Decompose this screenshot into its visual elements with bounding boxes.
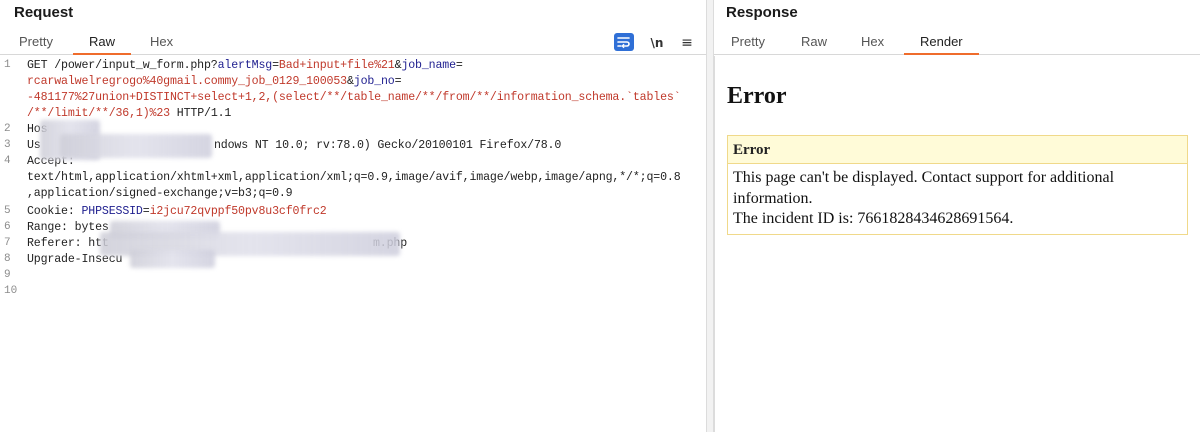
pane-divider[interactable] xyxy=(706,0,714,432)
param-sep: & xyxy=(346,75,354,88)
newline-toggle-button[interactable]: \n xyxy=(648,34,666,52)
param-value: rcarwalwelregrogo%40gmail.commy_job_0129… xyxy=(27,75,347,88)
request-line-3-rest: ndows NT 10.0; rv:78.0) Gecko/20100101 F… xyxy=(214,139,562,152)
line-number: 7 xyxy=(4,237,11,249)
param-name: job_name xyxy=(401,59,456,72)
request-line-5: Cookie: PHPSESSID=i2jcu72qvppf50pv8u3cf0… xyxy=(27,205,327,218)
param-name: job_no xyxy=(353,75,395,88)
line-number: 3 xyxy=(4,139,11,151)
param-value: -481177%27union+DISTINCT+select+1,2,(sel… xyxy=(27,91,681,104)
param-name: alertMsg xyxy=(217,59,273,72)
request-line-1-wrap: -481177%27union+DISTINCT+select+1,2,(sel… xyxy=(27,91,681,104)
cookie-value: i2jcu72qvppf50pv8u3cf0frc2 xyxy=(149,205,327,218)
tab-hex[interactable]: Hex xyxy=(150,34,173,55)
request-line-4-wrap: text/html,application/xhtml+xml,applicat… xyxy=(27,171,681,184)
error-heading: Error xyxy=(727,83,787,109)
tab-hex[interactable]: Hex xyxy=(861,34,884,55)
request-line-4-wrap: ,application/signed-exchange;v=b3;q=0.9 xyxy=(27,187,293,200)
line-number: 4 xyxy=(4,155,11,167)
error-message: information. xyxy=(733,190,813,207)
request-line-1: GET /power/input_w_form.php?alertMsg=Bad… xyxy=(27,59,463,72)
line-number: 2 xyxy=(4,123,11,135)
line-gutter: 1 2 3 4 5 6 7 8 9 10 xyxy=(0,56,22,432)
request-line-7: Referer: htt xyxy=(27,237,109,250)
tab-pretty[interactable]: Pretty xyxy=(19,34,53,55)
request-editor[interactable]: 1 2 3 4 5 6 7 8 9 10 GET /power/input_w_… xyxy=(0,56,706,432)
error-message: This page can't be displayed. Contact su… xyxy=(733,169,1115,186)
header-fragment: Us xyxy=(27,139,41,152)
param-eq: = xyxy=(272,59,279,72)
line-number: 10 xyxy=(4,285,18,297)
redaction-blur xyxy=(60,134,212,158)
line-number: 5 xyxy=(4,205,11,217)
http-version: HTTP/1.1 xyxy=(169,107,232,120)
error-box-title: Error xyxy=(733,142,771,158)
response-pane: Response Pretty Raw Hex Render Error Err… xyxy=(714,0,1200,432)
response-title: Response xyxy=(726,4,798,21)
error-box: Error This page can't be displayed. Cont… xyxy=(727,135,1188,235)
rendered-response: Error Error This page can't be displayed… xyxy=(714,56,1200,432)
line-number: 8 xyxy=(4,253,11,265)
header-key: Cookie: xyxy=(27,205,82,218)
line-number: 9 xyxy=(4,269,11,281)
response-tabs: Pretty Raw Hex Render xyxy=(714,30,1200,55)
tab-pretty[interactable]: Pretty xyxy=(731,34,765,55)
param-eq: = xyxy=(455,59,463,72)
request-line-3: Us xyxy=(27,139,41,152)
request-line-6: Range: bytes xyxy=(27,221,109,234)
param-eq: = xyxy=(394,75,402,88)
error-box-header: Error xyxy=(728,136,1187,164)
request-tabs: Pretty Raw Hex \n ≡ xyxy=(0,30,706,55)
request-method-path: GET /power/input_w_form.php? xyxy=(27,59,218,72)
line-number: 6 xyxy=(4,221,11,233)
wrap-lines-icon[interactable] xyxy=(614,33,634,51)
tab-raw[interactable]: Raw xyxy=(72,34,132,55)
request-line-1-wrap: /**/limit/**/36,1)%23 HTTP/1.1 xyxy=(27,107,231,120)
incident-id-text: The incident ID is: 7661828434628691564. xyxy=(733,210,1014,227)
request-title: Request xyxy=(14,4,74,21)
line-number: 1 xyxy=(4,59,11,71)
menu-icon[interactable]: ≡ xyxy=(680,34,694,52)
param-value: /**/limit/**/36,1)%23 xyxy=(27,107,170,120)
redaction-blur xyxy=(130,250,215,268)
cookie-name: PHPSESSID xyxy=(81,205,143,218)
request-line-1-wrap: rcarwalwelregrogo%40gmail.commy_job_0129… xyxy=(27,75,402,88)
cookie-eq: = xyxy=(142,205,150,218)
tab-render[interactable]: Render xyxy=(904,34,979,55)
param-value: Bad+input+file%21 xyxy=(278,59,395,72)
tab-raw[interactable]: Raw xyxy=(801,34,827,55)
request-pane: Request Pretty Raw Hex \n ≡ 1 2 3 4 5 6 … xyxy=(0,0,706,432)
